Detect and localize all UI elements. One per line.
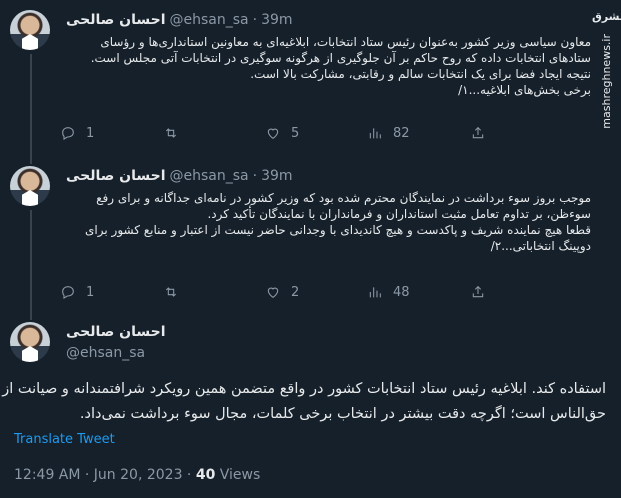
watermark-url: mashreghnews.ir [599, 34, 613, 129]
views-count: 82 [393, 125, 410, 141]
main-tweet-text: استفاده کند. ابلاغیه رئیس ستاد انتخابات … [2, 377, 606, 427]
reply-icon [62, 127, 74, 140]
retweet-button[interactable] [163, 123, 189, 143]
tweet-2[interactable]: احسان صالحی @ehsan_sa · 39m موجب بروز سو… [0, 150, 621, 320]
main-avatar[interactable] [10, 322, 50, 362]
views-count: 48 [393, 284, 410, 300]
heart-icon [267, 287, 279, 298]
tweet-line: دوپینگ انتخاباتی...۲/ [490, 239, 591, 253]
tweet-line: سوءظن، بر تداوم تعامل مثبت استانداران و … [207, 207, 591, 221]
separator-dot: · [252, 12, 258, 28]
tweet-time[interactable]: 39m [261, 12, 292, 28]
reply-count: 1 [86, 284, 95, 300]
tweet-actions: 1 5 82 [60, 123, 560, 143]
main-author-handle[interactable]: @ehsan_sa [66, 345, 145, 361]
tweet-timestamp[interactable]: 12:49 AM · Jun 20, 2023 · [14, 467, 196, 483]
retweet-button[interactable] [163, 282, 189, 302]
tweet-line: ستادهای انتخابات داده که روح حاکم بر آن … [90, 51, 591, 65]
reply-count: 1 [86, 125, 95, 141]
main-author-name[interactable]: احسان صالحی [66, 324, 166, 340]
views-button[interactable]: 48 [367, 282, 410, 302]
tweet-line: موجب بروز سوء برداشت در نمایندگان محترم … [96, 191, 591, 205]
like-button[interactable]: 2 [265, 282, 299, 302]
author-handle[interactable]: @ehsan_sa [170, 168, 249, 184]
heart-icon [267, 128, 279, 139]
views-count-total: 40 [195, 467, 216, 483]
thread-connector [30, 210, 32, 320]
tweet-actions: 1 2 48 [60, 282, 560, 302]
like-count: 5 [291, 125, 300, 141]
tweet-text: موجب بروز سوء برداشت در نمایندگان محترم … [66, 190, 591, 254]
views-icon [369, 128, 381, 139]
share-button[interactable] [470, 123, 486, 143]
like-count: 2 [291, 284, 300, 300]
tweet-header: احسان صالحی @ehsan_sa · 39m [66, 10, 293, 30]
thread-connector [30, 54, 32, 164]
watermark: مشرق mashreghnews.ir [591, 0, 621, 140]
retweet-icon [165, 128, 177, 138]
reply-button[interactable]: 1 [60, 123, 94, 143]
tweet-line: برخی بخش‌های ابلاغیه...۱/ [458, 83, 591, 97]
watermark-logo: مشرق [592, 10, 621, 23]
tweet-line: معاون سیاسی وزیر کشور به‌عنوان رئیس ستاد… [100, 35, 591, 49]
reply-icon [62, 286, 74, 299]
avatar[interactable] [10, 166, 50, 206]
share-icon [472, 285, 484, 298]
tweet-line: قطعا هیچ نماینده شریف و پاکدست و هیچ کان… [85, 223, 591, 237]
tweet-header: احسان صالحی @ehsan_sa · 39m [66, 166, 293, 186]
author-handle[interactable]: @ehsan_sa [170, 12, 249, 28]
share-button[interactable] [470, 282, 486, 302]
avatar[interactable] [10, 10, 50, 50]
translate-tweet-link[interactable]: Translate Tweet [14, 432, 115, 447]
views-button[interactable]: 82 [367, 123, 410, 143]
retweet-icon [165, 287, 177, 297]
share-icon [472, 126, 484, 139]
author-name[interactable]: احسان صالحی [66, 12, 166, 28]
separator-dot: · [252, 168, 258, 184]
tweet-time[interactable]: 39m [261, 168, 292, 184]
tweet-1[interactable]: احسان صالحی @ehsan_sa · 39m معاون سیاسی … [0, 0, 621, 164]
main-tweet-line: حق‌الناس است؛ اگرچه دقت بیشتر در انتخاب … [79, 406, 606, 422]
views-label: Views [215, 467, 261, 483]
main-tweet-line: استفاده کند. ابلاغیه رئیس ستاد انتخابات … [2, 381, 606, 397]
tweet-meta: 12:49 AM · Jun 20, 2023 · 40 Views [14, 467, 260, 483]
tweet-line: نتیجه ایجاد فضا برای یک انتخابات سالم و … [250, 67, 591, 81]
views-icon [369, 287, 381, 298]
like-button[interactable]: 5 [265, 123, 299, 143]
author-name[interactable]: احسان صالحی [66, 168, 166, 184]
reply-button[interactable]: 1 [60, 282, 94, 302]
tweet-text: معاون سیاسی وزیر کشور به‌عنوان رئیس ستاد… [66, 34, 591, 98]
